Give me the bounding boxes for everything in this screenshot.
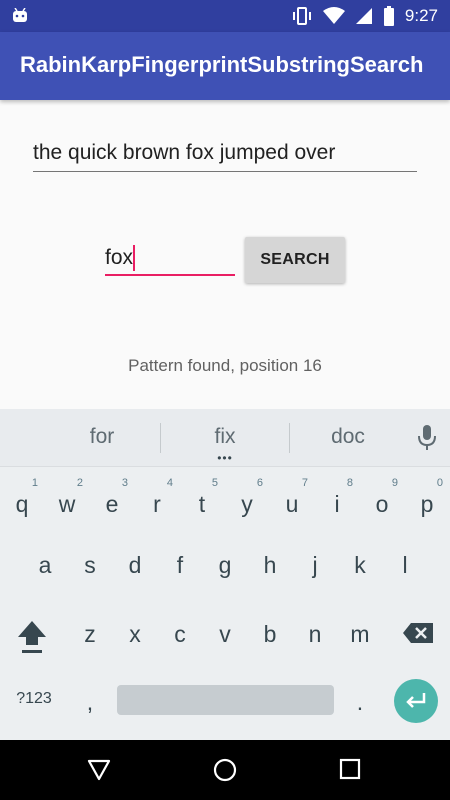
spacebar[interactable]	[117, 685, 334, 715]
key-o[interactable]: o9	[360, 477, 404, 518]
suggestion-center[interactable]: fix	[165, 425, 285, 449]
key-y[interactable]: y6	[225, 477, 269, 518]
key-l[interactable]: l	[383, 552, 427, 579]
suggestion-right[interactable]: doc	[288, 425, 408, 449]
period-key[interactable]: .	[338, 689, 382, 716]
key-label: p	[420, 491, 434, 517]
key-k[interactable]: k	[338, 552, 382, 579]
mic-icon[interactable]	[418, 425, 436, 451]
key-label: w	[58, 491, 76, 517]
vibrate-icon	[292, 7, 311, 25]
suggestion-strip: for fix ••• doc	[0, 409, 450, 467]
enter-key[interactable]	[394, 679, 438, 723]
key-j[interactable]: j	[293, 552, 337, 579]
key-f[interactable]: f	[158, 552, 202, 579]
shift-icon[interactable]	[16, 619, 48, 655]
wifi-icon	[322, 7, 345, 24]
key-label: y	[241, 491, 253, 517]
key-m[interactable]: m	[338, 621, 382, 648]
key-r[interactable]: r4	[135, 477, 179, 518]
key-hint: 9	[391, 477, 398, 489]
search-button[interactable]: SEARCH	[245, 237, 345, 283]
key-d[interactable]: d	[113, 552, 157, 579]
key-label: t	[198, 491, 206, 517]
text-input[interactable]: the quick brown fox jumped over	[33, 138, 417, 172]
comma-key[interactable]: ,	[68, 689, 112, 716]
key-h[interactable]: h	[248, 552, 292, 579]
signal-icon	[355, 8, 372, 24]
pattern-input[interactable]: fox	[105, 240, 235, 276]
back-icon[interactable]	[87, 758, 111, 782]
key-hint: 6	[256, 477, 263, 489]
soft-keyboard: for fix ••• doc q1w2e3r4t5y6u7i8o9p0 asd…	[0, 409, 450, 740]
suggestion-divider	[160, 423, 161, 453]
key-label: o	[375, 491, 389, 517]
key-hint: 7	[301, 477, 308, 489]
key-hint: 8	[346, 477, 353, 489]
key-e[interactable]: e3	[90, 477, 134, 518]
home-icon[interactable]	[213, 758, 237, 782]
key-hint: 4	[166, 477, 173, 489]
navigation-bar	[0, 740, 450, 800]
key-t[interactable]: t5	[180, 477, 224, 518]
app-title: RabinKarpFingerprintSubstringSearch	[20, 52, 424, 77]
key-hint: 5	[211, 477, 218, 489]
key-label: q	[15, 491, 29, 517]
text-cursor	[133, 245, 136, 272]
key-s[interactable]: s	[68, 552, 112, 579]
key-label: i	[334, 491, 340, 517]
key-b[interactable]: b	[248, 621, 292, 648]
key-i[interactable]: i8	[315, 477, 359, 518]
suggestion-left[interactable]: for	[42, 425, 162, 449]
key-hint: 1	[31, 477, 38, 489]
key-hint: 0	[436, 477, 443, 489]
pattern-input-value: fox	[105, 246, 134, 269]
battery-icon	[383, 6, 394, 26]
key-z[interactable]: z	[68, 621, 112, 648]
key-n[interactable]: n	[293, 621, 337, 648]
key-label: r	[153, 491, 161, 517]
more-suggestions-icon[interactable]: •••	[215, 452, 235, 464]
status-bar: 9:27	[0, 0, 450, 32]
key-q[interactable]: q1	[0, 477, 44, 518]
app-bar: RabinKarpFingerprintSubstringSearch	[0, 32, 450, 100]
key-a[interactable]: a	[23, 552, 67, 579]
enter-icon	[406, 693, 426, 708]
android-icon	[13, 8, 27, 22]
key-c[interactable]: c	[158, 621, 202, 648]
key-hint: 2	[76, 477, 83, 489]
key-x[interactable]: x	[113, 621, 157, 648]
key-u[interactable]: u7	[270, 477, 314, 518]
backspace-icon[interactable]	[402, 622, 434, 644]
key-v[interactable]: v	[203, 621, 247, 648]
key-label: u	[285, 491, 299, 517]
result-text: Pattern found, position 16	[128, 356, 322, 375]
key-hint: 3	[121, 477, 128, 489]
key-p[interactable]: p0	[405, 477, 449, 518]
text-input-value: the quick brown fox jumped over	[33, 141, 336, 164]
recents-icon[interactable]	[339, 758, 361, 780]
status-time: 9:27	[404, 6, 438, 25]
key-label: e	[105, 491, 119, 517]
key-w[interactable]: w2	[45, 477, 89, 518]
key-g[interactable]: g	[203, 552, 247, 579]
symbols-key[interactable]: ?123	[12, 690, 56, 708]
